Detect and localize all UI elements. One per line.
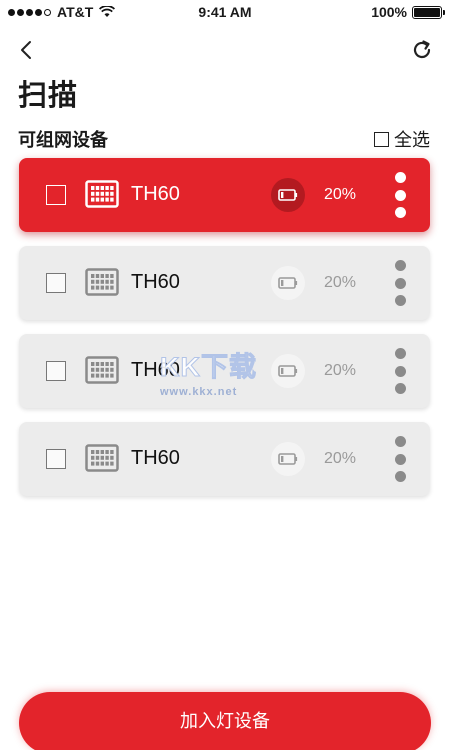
- device-card[interactable]: TH60 20%: [19, 246, 430, 320]
- dot-icon: [394, 277, 406, 289]
- refresh-icon: [413, 40, 431, 59]
- light-panel-icon: [85, 444, 119, 472]
- dot-icon: [394, 436, 406, 447]
- light-panel-icon: [85, 180, 119, 208]
- battery-icon: [278, 277, 298, 289]
- chevron-left-icon: [21, 41, 31, 59]
- back-button[interactable]: [12, 36, 40, 64]
- device-battery-indicator: [271, 442, 305, 476]
- battery-percent: 100%: [371, 4, 407, 20]
- device-name: TH60: [131, 183, 180, 205]
- status-bar: AT&T 9:41 AM 100%: [0, 0, 450, 24]
- dot-icon: [394, 383, 406, 394]
- device-card[interactable]: TH60 20%: [19, 334, 430, 408]
- dot-icon: [394, 207, 406, 218]
- light-panel-icon: [85, 268, 119, 296]
- device-checkbox[interactable]: [46, 361, 66, 381]
- add-light-device-button[interactable]: 加入灯设备: [19, 692, 431, 750]
- dot-icon: [394, 471, 406, 482]
- dot-icon: [394, 260, 406, 271]
- battery-icon: [412, 5, 445, 19]
- device-more-button[interactable]: [392, 172, 408, 218]
- device-checkbox[interactable]: [46, 449, 66, 469]
- battery-icon: [278, 365, 298, 377]
- dot-icon: [394, 365, 406, 377]
- device-checkbox[interactable]: [46, 273, 66, 293]
- device-name: TH60: [131, 447, 180, 469]
- dot-icon: [394, 172, 406, 183]
- status-right: 100%: [371, 4, 445, 20]
- dot-icon: [394, 348, 406, 359]
- device-more-button[interactable]: [392, 436, 408, 482]
- select-all-checkbox[interactable]: [374, 131, 389, 147]
- device-battery-percent: 20%: [324, 186, 357, 203]
- battery-icon: [278, 453, 298, 465]
- page-title: 扫描: [18, 80, 79, 112]
- device-battery-indicator: [271, 354, 305, 388]
- dot-icon: [394, 295, 406, 306]
- device-name: TH60: [131, 271, 180, 293]
- device-more-button[interactable]: [392, 348, 408, 394]
- device-list: TH60 20% TH60 20% TH60 20% TH60 20%: [19, 158, 431, 510]
- battery-icon: [278, 189, 298, 201]
- dot-icon: [394, 189, 406, 201]
- device-card[interactable]: TH60 20%: [19, 422, 430, 496]
- select-all-label: 全选: [394, 130, 430, 150]
- device-battery-percent: 20%: [324, 274, 357, 291]
- select-all-toggle[interactable]: 全选: [374, 126, 430, 152]
- device-checkbox[interactable]: [46, 185, 66, 205]
- device-name: TH60: [131, 359, 180, 381]
- device-battery-percent: 20%: [324, 362, 357, 379]
- device-card[interactable]: TH60 20%: [19, 158, 430, 232]
- device-more-button[interactable]: [392, 260, 408, 306]
- device-battery-percent: 20%: [324, 450, 357, 467]
- section-title: 可组网设备: [18, 130, 108, 150]
- light-panel-icon: [85, 356, 119, 384]
- dot-icon: [394, 453, 406, 465]
- device-battery-indicator: [271, 266, 305, 300]
- device-battery-indicator: [271, 178, 305, 212]
- refresh-button[interactable]: [408, 36, 436, 64]
